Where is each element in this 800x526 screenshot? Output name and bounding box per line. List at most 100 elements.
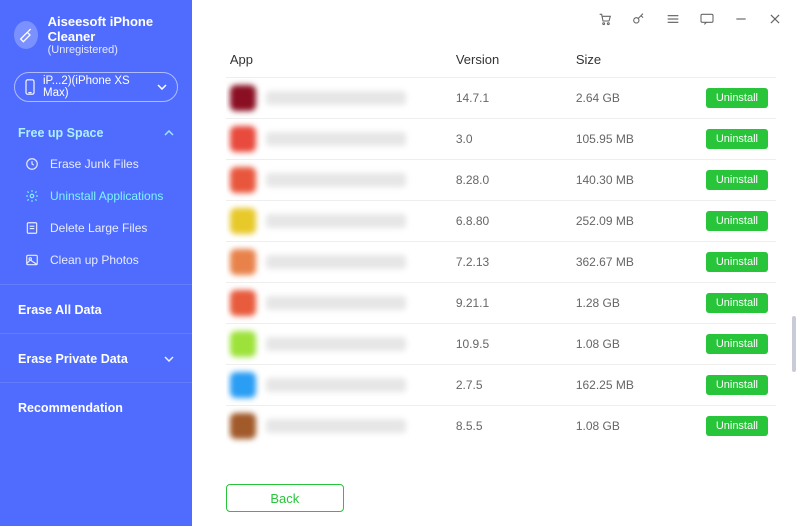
chevron-down-icon xyxy=(164,356,174,362)
version-cell: 8.5.5 xyxy=(456,419,576,433)
app-name-blurred xyxy=(266,337,406,351)
version-cell: 2.7.5 xyxy=(456,378,576,392)
brand-text: Aiseesoft iPhone Cleaner (Unregistered) xyxy=(48,14,180,56)
table-header: App Version Size xyxy=(226,44,776,77)
app-table-body: 14.7.12.64 GBUninstall3.0105.95 MBUninst… xyxy=(226,77,776,449)
menu-icon[interactable] xyxy=(664,10,682,28)
app-name-blurred xyxy=(266,255,406,269)
cart-icon[interactable] xyxy=(596,10,614,28)
sidebar-section-freeup[interactable]: Free up Space xyxy=(0,116,192,148)
app-cell xyxy=(226,126,456,152)
app-subtitle: (Unregistered) xyxy=(48,44,180,56)
sidebar-item-label: Delete Large Files xyxy=(50,221,147,235)
chevron-down-icon xyxy=(157,84,167,90)
section-label: Erase All Data xyxy=(18,303,102,317)
uninstall-button[interactable]: Uninstall xyxy=(706,129,768,149)
divider xyxy=(0,284,192,285)
app-title: Aiseesoft iPhone Cleaner xyxy=(48,14,180,44)
sidebar-item-uninstall-apps[interactable]: Uninstall Applications xyxy=(0,180,192,212)
sidebar-item-delete-large[interactable]: Delete Large Files xyxy=(0,212,192,244)
table-row: 6.8.80252.09 MBUninstall xyxy=(226,200,776,241)
section-label: Free up Space xyxy=(18,126,103,140)
uninstall-button[interactable]: Uninstall xyxy=(706,88,768,108)
file-icon xyxy=(24,220,40,236)
app-icon xyxy=(230,208,256,234)
size-cell: 162.25 MB xyxy=(576,378,706,392)
uninstall-button[interactable]: Uninstall xyxy=(706,170,768,190)
version-cell: 7.2.13 xyxy=(456,255,576,269)
footer-bar: Back xyxy=(192,474,800,526)
table-row: 2.7.5162.25 MBUninstall xyxy=(226,364,776,405)
feedback-icon[interactable] xyxy=(698,10,716,28)
app-name-blurred xyxy=(266,378,406,392)
sidebar-section-erase-all[interactable]: Erase All Data xyxy=(0,293,192,325)
sidebar-item-erase-junk[interactable]: Erase Junk Files xyxy=(0,148,192,180)
app-icon xyxy=(230,249,256,275)
device-selector[interactable]: iP...2)(iPhone XS Max) xyxy=(14,72,178,102)
version-cell: 9.21.1 xyxy=(456,296,576,310)
titlebar xyxy=(192,0,800,38)
version-cell: 6.8.80 xyxy=(456,214,576,228)
section-label: Recommendation xyxy=(18,401,123,415)
app-cell xyxy=(226,167,456,193)
main-area: App Version Size 14.7.12.64 GBUninstall 3… xyxy=(192,0,800,526)
uninstall-button[interactable]: Uninstall xyxy=(706,211,768,231)
app-name-blurred xyxy=(266,173,406,187)
table-row: 9.21.11.28 GBUninstall xyxy=(226,282,776,323)
app-icon xyxy=(230,85,256,111)
app-cell xyxy=(226,290,456,316)
chevron-up-icon xyxy=(164,130,174,136)
version-cell: 8.28.0 xyxy=(456,173,576,187)
app-name-blurred xyxy=(266,132,406,146)
divider xyxy=(0,333,192,334)
gear-icon xyxy=(24,188,40,204)
version-cell: 3.0 xyxy=(456,132,576,146)
uninstall-button[interactable]: Uninstall xyxy=(706,293,768,313)
phone-icon xyxy=(25,79,35,95)
close-icon[interactable] xyxy=(766,10,784,28)
app-logo-icon xyxy=(14,21,38,49)
sidebar: Aiseesoft iPhone Cleaner (Unregistered) … xyxy=(0,0,192,526)
size-cell: 252.09 MB xyxy=(576,214,706,228)
uninstall-button[interactable]: Uninstall xyxy=(706,416,768,436)
size-cell: 105.95 MB xyxy=(576,132,706,146)
app-icon xyxy=(230,372,256,398)
table-row: 10.9.51.08 GBUninstall xyxy=(226,323,776,364)
app-cell xyxy=(226,331,456,357)
version-cell: 14.7.1 xyxy=(456,91,576,105)
brand-block: Aiseesoft iPhone Cleaner (Unregistered) xyxy=(0,0,192,68)
header-action xyxy=(706,52,776,67)
sidebar-section-recommendation[interactable]: Recommendation xyxy=(0,391,192,423)
app-cell xyxy=(226,372,456,398)
back-button[interactable]: Back xyxy=(226,484,344,512)
size-cell: 1.08 GB xyxy=(576,419,706,433)
app-icon xyxy=(230,331,256,357)
minimize-icon[interactable] xyxy=(732,10,750,28)
scrollbar-thumb[interactable] xyxy=(792,316,796,372)
uninstall-button[interactable]: Uninstall xyxy=(706,375,768,395)
device-label: iP...2)(iPhone XS Max) xyxy=(43,75,149,99)
table-row: 8.5.51.08 GBUninstall xyxy=(226,405,776,446)
sidebar-item-label: Erase Junk Files xyxy=(50,157,139,171)
header-size: Size xyxy=(576,52,706,67)
uninstall-button[interactable]: Uninstall xyxy=(706,334,768,354)
app-icon xyxy=(230,413,256,439)
key-icon[interactable] xyxy=(630,10,648,28)
app-name-blurred xyxy=(266,214,406,228)
sidebar-item-clean-photos[interactable]: Clean up Photos xyxy=(0,244,192,276)
divider xyxy=(0,382,192,383)
table-row: 14.7.12.64 GBUninstall xyxy=(226,77,776,118)
version-cell: 10.9.5 xyxy=(456,337,576,351)
size-cell: 1.08 GB xyxy=(576,337,706,351)
app-icon xyxy=(230,126,256,152)
size-cell: 1.28 GB xyxy=(576,296,706,310)
sidebar-section-erase-private[interactable]: Erase Private Data xyxy=(0,342,192,374)
sidebar-item-label: Clean up Photos xyxy=(50,253,139,267)
app-cell xyxy=(226,413,456,439)
header-version: Version xyxy=(456,52,576,67)
size-cell: 140.30 MB xyxy=(576,173,706,187)
app-name-blurred xyxy=(266,419,406,433)
uninstall-button[interactable]: Uninstall xyxy=(706,252,768,272)
size-cell: 362.67 MB xyxy=(576,255,706,269)
app-cell xyxy=(226,249,456,275)
